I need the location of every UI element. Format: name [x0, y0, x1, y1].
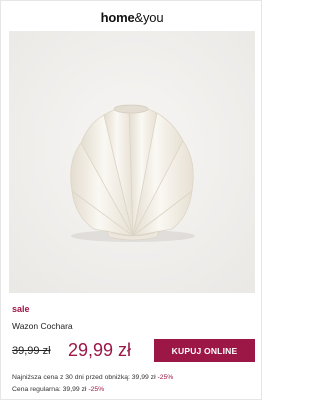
brand-name-bold: home: [100, 10, 135, 25]
shell-vase-illustration: [9, 31, 255, 293]
lowest-price-info: Najniższa cena z 30 dni przed obniżką: 3…: [12, 374, 173, 381]
buy-online-button[interactable]: KUPUJ ONLINE: [154, 339, 255, 362]
product-image[interactable]: [9, 31, 255, 293]
sale-badge: sale: [12, 304, 30, 314]
brand-name-rest: &you: [134, 10, 164, 25]
product-name[interactable]: Wazon Cochara: [12, 321, 73, 331]
product-card[interactable]: home&you sale Wazon Cochara 39,99 zł 29,…: [0, 0, 262, 400]
regular-price-text: Cena regularna: 39,99 zł: [12, 386, 87, 393]
lowest-price-discount: -25%: [157, 374, 174, 381]
lowest-price-text: Najniższa cena z 30 dni przed obniżką: 3…: [12, 374, 156, 381]
new-price: 29,99 zł: [68, 340, 132, 360]
regular-price-info: Cena regularna: 39,99 zł -25%: [12, 386, 104, 393]
old-price: 39,99 zł: [12, 345, 51, 357]
regular-price-discount: -25%: [88, 386, 105, 393]
brand-logo[interactable]: home&you: [1, 10, 263, 25]
